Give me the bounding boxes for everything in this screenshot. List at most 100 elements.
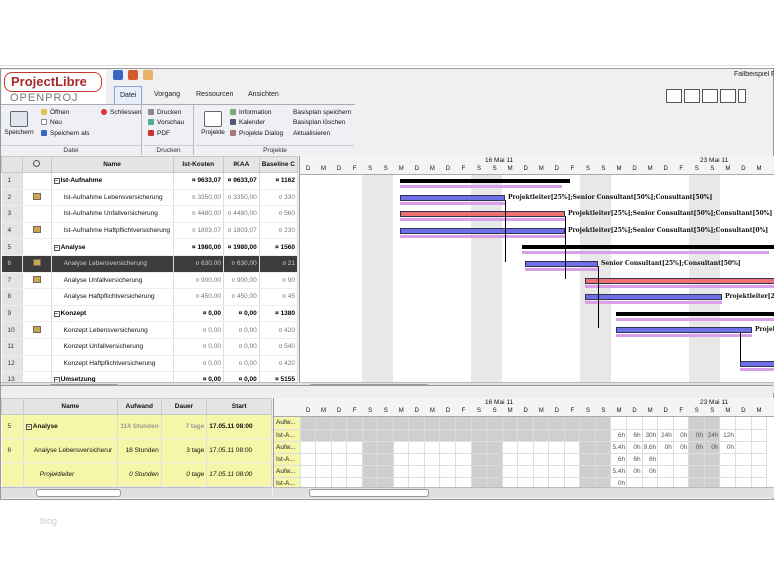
usage-cell[interactable]: 0h bbox=[673, 429, 690, 442]
ikaa-cell[interactable]: ¤ 1803,07 bbox=[223, 222, 260, 240]
baseline-cell[interactable]: ¤ 420 bbox=[259, 321, 298, 339]
row-number[interactable]: 12 bbox=[1, 355, 24, 373]
usage-cell[interactable] bbox=[393, 453, 410, 466]
usage-cell[interactable] bbox=[377, 441, 394, 454]
usage-cell[interactable] bbox=[735, 429, 752, 442]
usage-cell[interactable] bbox=[502, 465, 519, 478]
row-number[interactable]: 3 bbox=[1, 205, 24, 223]
table-row[interactable]: 4 Ist-Aufnahme Haftpflichtversicherung ¤ 1… bbox=[1, 222, 298, 240]
gantt-view-icon[interactable] bbox=[666, 89, 682, 103]
usage-cell[interactable] bbox=[533, 441, 550, 454]
usage-cell[interactable] bbox=[704, 465, 721, 478]
usage-cell[interactable]: 12h bbox=[719, 429, 737, 442]
usage-cell[interactable]: 6h bbox=[642, 453, 659, 466]
ist-kosten-cell[interactable]: ¤ 450,00 bbox=[173, 288, 224, 306]
delete-baseline-button[interactable]: Basisplan löschen bbox=[293, 119, 345, 126]
usage-cell[interactable]: 6h bbox=[610, 453, 628, 466]
usage-cell[interactable] bbox=[362, 465, 379, 478]
table-row[interactable]: 9− Konzept ¤ 0,00 ¤ 0,00 ¤ 1380 bbox=[1, 305, 298, 323]
usage-cell[interactable] bbox=[408, 453, 425, 466]
row-number[interactable] bbox=[1, 462, 24, 487]
table-row[interactable]: 6 Analyse Lebensversicherung ¤ 630,00 ¤ 630… bbox=[1, 255, 298, 273]
usage-cell[interactable] bbox=[331, 465, 348, 478]
usage-cell[interactable] bbox=[362, 453, 379, 466]
name-cell[interactable]: − Analyse bbox=[23, 414, 118, 439]
usage-cell[interactable] bbox=[393, 429, 410, 442]
usage-cell[interactable] bbox=[564, 417, 581, 430]
usage-cell[interactable] bbox=[595, 429, 612, 442]
usage-cell[interactable]: 5,4h bbox=[610, 465, 628, 478]
summary-bar[interactable] bbox=[522, 245, 774, 250]
refresh-button[interactable]: Aktualisieren bbox=[293, 130, 330, 137]
usage-row[interactable]: Aufw... bbox=[274, 417, 768, 430]
usage-cell[interactable]: 9,6h bbox=[642, 441, 659, 454]
usage-cell[interactable] bbox=[704, 453, 721, 466]
dauer-cell[interactable]: 0 tage bbox=[161, 462, 208, 487]
usage-cell[interactable] bbox=[595, 417, 612, 430]
baseline-cell[interactable]: ¤ 560 bbox=[259, 205, 298, 223]
usage-cell[interactable]: 24h bbox=[704, 429, 721, 442]
row-number[interactable]: 9 bbox=[1, 305, 24, 323]
usage-cell[interactable] bbox=[377, 453, 394, 466]
usage-cell[interactable] bbox=[424, 429, 441, 442]
usage-cell[interactable] bbox=[300, 465, 317, 478]
usage-cell[interactable] bbox=[377, 429, 394, 442]
usage-cell[interactable] bbox=[735, 465, 752, 478]
aufwand-cell[interactable]: 0 Stunden bbox=[117, 462, 162, 487]
usage-cell[interactable] bbox=[719, 453, 737, 466]
baseline-cell[interactable]: ¤ 330 bbox=[259, 189, 298, 207]
usage-cell[interactable]: 0h bbox=[657, 441, 674, 454]
usage-cell[interactable] bbox=[346, 429, 363, 442]
start-cell[interactable]: 17.05.11 08:00 bbox=[206, 414, 272, 439]
usage-view-icon[interactable] bbox=[720, 89, 736, 103]
close-button[interactable]: Schliessen bbox=[101, 109, 141, 116]
table-row[interactable]: 6 Analyse Lebensversicherur 18 Stunden 3 ta… bbox=[1, 438, 272, 463]
col-header-rownum[interactable] bbox=[1, 156, 24, 173]
save-icon[interactable] bbox=[113, 70, 123, 80]
usage-cell[interactable] bbox=[486, 429, 503, 442]
split-divider[interactable] bbox=[1, 385, 773, 397]
row-number[interactable]: 11 bbox=[1, 338, 24, 356]
usage-cell[interactable] bbox=[331, 441, 348, 454]
table-row[interactable]: 2 Ist-Aufnahme Lebensversicherung ¤ 3350,0… bbox=[1, 189, 298, 207]
usage-cell[interactable] bbox=[657, 453, 674, 466]
usage-cell[interactable] bbox=[564, 465, 581, 478]
usage-cell[interactable]: 0h bbox=[688, 429, 705, 442]
row-number[interactable]: 10 bbox=[1, 321, 24, 339]
usage-cell[interactable] bbox=[471, 453, 488, 466]
task-name-cell[interactable]: Konzept Unfallversicherung bbox=[51, 338, 174, 356]
ist-kosten-cell[interactable]: ¤ 630,00 bbox=[173, 255, 224, 273]
usage-cell[interactable] bbox=[548, 453, 565, 466]
row-number[interactable]: 2 bbox=[1, 189, 24, 207]
usage-cell[interactable] bbox=[300, 441, 317, 454]
usage-cell[interactable] bbox=[455, 441, 472, 454]
table-row[interactable]: 12 Konzept Haftpflichtversicherung ¤ 0,00 ¤… bbox=[1, 355, 298, 373]
dauer-cell[interactable]: 7 tage bbox=[161, 414, 208, 439]
table-row[interactable]: 5− Analyse ¤ 1980,00 ¤ 1980,00 ¤ 1560 bbox=[1, 238, 298, 256]
usage-cell[interactable] bbox=[595, 441, 612, 454]
usage-cell[interactable] bbox=[471, 417, 488, 430]
baseline-cell[interactable]: ¤ 1560 bbox=[259, 238, 298, 256]
row-number[interactable]: 6 bbox=[1, 438, 24, 463]
usage-cell[interactable] bbox=[642, 417, 659, 430]
col-header-ist-kosten[interactable]: Ist-Kosten bbox=[172, 156, 224, 173]
table-row[interactable]: 11 Konzept Unfallversicherung ¤ 0,00 ¤ 0,00… bbox=[1, 338, 298, 356]
usage-cell[interactable] bbox=[315, 453, 332, 466]
col-header-aufwand[interactable]: Aufwand bbox=[116, 398, 162, 415]
usage-cell[interactable] bbox=[300, 453, 317, 466]
save-button[interactable]: Speichern bbox=[3, 111, 35, 136]
usage-cell[interactable] bbox=[377, 465, 394, 478]
usage-cell[interactable] bbox=[688, 465, 705, 478]
save-baseline-button[interactable]: Basisplan speichern bbox=[293, 109, 351, 116]
task-name-cell[interactable]: Konzept Lebensversicherung bbox=[51, 321, 174, 339]
usage-cell[interactable] bbox=[533, 417, 550, 430]
usage-cell[interactable] bbox=[564, 441, 581, 454]
usage-cell[interactable]: 0h bbox=[673, 441, 690, 454]
task-bar[interactable] bbox=[585, 294, 722, 301]
summary-bar[interactable] bbox=[400, 179, 570, 183]
usage-cell[interactable] bbox=[471, 429, 488, 442]
resource-hscroll[interactable] bbox=[1, 487, 272, 498]
usage-cell[interactable] bbox=[331, 429, 348, 442]
usage-cell[interactable] bbox=[673, 417, 690, 430]
usage-cell[interactable] bbox=[362, 441, 379, 454]
